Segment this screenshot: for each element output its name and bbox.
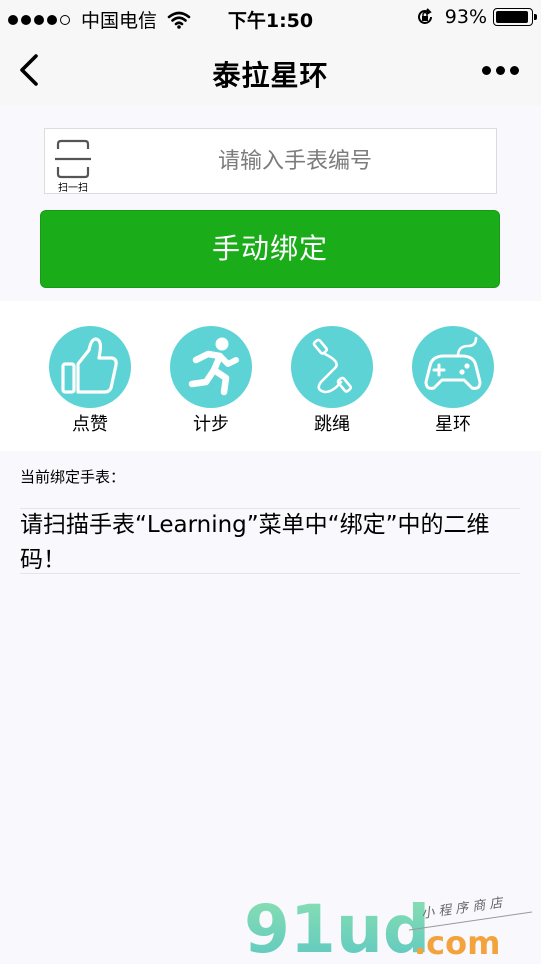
page-title: 泰拉星环 [212,59,329,92]
manual-bind-button[interactable]: 手动绑定 [40,210,500,288]
watch-id-input[interactable] [105,129,485,193]
gamepad-icon [424,336,482,390]
jump-rope-icon [312,338,353,394]
feature-like-circle [49,326,131,408]
scan-icon [55,139,91,179]
battery-percent: 93% [444,6,487,28]
bind-instruction: 请扫描手表“Learning”菜单中“绑定”中的二维码！ [20,512,490,573]
svg-text:91ud: 91ud [244,891,430,960]
feature-icons: 点赞 计步 跳绳 星环 [0,301,541,451]
feature-jump-rope-circle [291,326,373,408]
rotation-lock-icon [417,8,432,24]
feature-like[interactable]: 点赞 [48,326,132,436]
feature-label: 计步 [193,414,229,435]
scan-label: 扫一扫 [58,183,88,194]
nav-bar: 泰拉星环 [0,36,541,106]
battery-icon [493,8,537,26]
feature-star-ring-circle [412,326,494,408]
running-man-icon [188,337,239,396]
status-bar: 中国电信 下午1:50 93% [0,0,541,36]
status-right: 93% [415,6,537,28]
binding-section: 扫一扫 手动绑定 [0,106,541,301]
feature-star-ring[interactable]: 星环 [411,326,495,436]
watermark-logo: 91ud .com 小 程 序 商 店 [244,890,541,964]
feature-label: 跳绳 [314,414,350,435]
thumbs-up-icon [61,337,118,394]
watch-id-input-box: 扫一扫 [44,128,497,194]
watermark-logo-image: 91ud .com 小 程 序 商 店 [244,891,533,964]
feature-label: 点赞 [72,414,108,435]
more-options-icon[interactable] [477,66,519,75]
feature-steps[interactable]: 计步 [169,326,253,436]
feature-label: 星环 [435,414,471,435]
svg-text:.com: .com [414,924,500,960]
feature-steps-circle [170,326,252,408]
scan-button[interactable]: 扫一扫 [53,139,93,194]
feature-jump-rope[interactable]: 跳绳 [290,326,374,436]
current-watch-label: 当前绑定手表： [20,468,126,486]
divider [20,573,520,574]
